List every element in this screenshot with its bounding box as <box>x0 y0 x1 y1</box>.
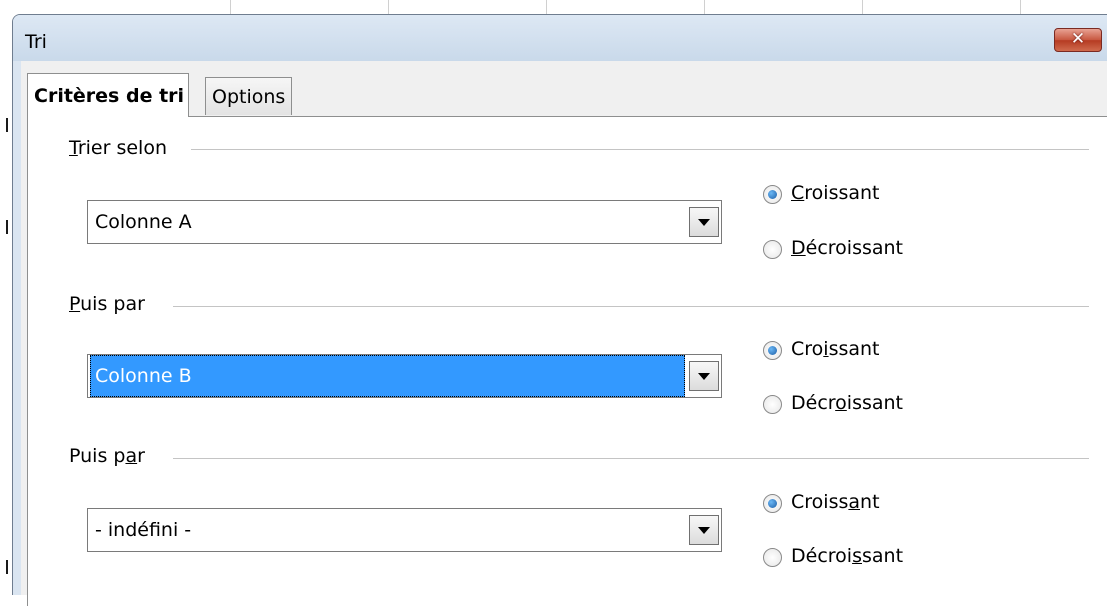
chevron-down-icon <box>698 373 710 380</box>
group-label-then-by-2: Puis par <box>69 445 151 467</box>
radio-label: Décroissant <box>791 392 904 414</box>
radio-label: Croissant <box>791 182 880 204</box>
tab-sort-criteria[interactable]: Critères de tri <box>27 73 190 117</box>
radio-button[interactable] <box>763 494 782 513</box>
radio-dot <box>768 499 777 508</box>
radio-button[interactable] <box>763 185 782 204</box>
radio-label: Croissant <box>791 338 880 360</box>
dropdown-button[interactable] <box>689 207 719 237</box>
dropdown-button[interactable] <box>689 515 719 545</box>
radio-button[interactable] <box>763 341 782 360</box>
radio-label: Croissant <box>791 491 880 513</box>
sort-criteria-panel: Trier selon Colonne A Croissant Décroiss… <box>27 116 1107 606</box>
group-separator <box>191 149 1089 150</box>
combobox-value: Colonne A <box>95 211 192 233</box>
dropdown-button[interactable] <box>689 361 719 391</box>
combobox-value: - indéfini - <box>95 519 192 541</box>
radio-label: Décroissant <box>791 237 904 259</box>
radio-button[interactable] <box>763 240 782 259</box>
dialog-title: Tri <box>25 31 47 53</box>
chevron-down-icon <box>698 527 710 534</box>
radio-dot <box>768 346 777 355</box>
background-edge-mark <box>6 118 8 132</box>
sort-key-2-combobox[interactable]: Colonne B <box>87 354 722 398</box>
title-bar: Tri ✕ <box>13 15 1107 61</box>
radio-dot <box>768 190 777 199</box>
combobox-value: Colonne B <box>90 355 685 397</box>
tab-options[interactable]: Options <box>205 77 293 115</box>
sort-key-1-combobox[interactable]: Colonne A <box>87 200 722 244</box>
dialog-content: Critères de tri Options Trier selon Colo… <box>21 61 1107 606</box>
radio-label: Décroissant <box>791 545 904 567</box>
chevron-down-icon <box>698 219 710 226</box>
group-label-then-by-1: Puis par <box>69 293 151 315</box>
group-separator <box>173 458 1089 459</box>
close-icon: ✕ <box>1070 29 1086 49</box>
background-edge-mark <box>6 560 8 574</box>
sort-key-3-combobox[interactable]: - indéfini - <box>87 508 722 552</box>
tab-label: Options <box>212 86 286 108</box>
close-button[interactable]: ✕ <box>1054 28 1102 52</box>
radio-button[interactable] <box>763 548 782 567</box>
sort-dialog: Tri ✕ Critères de tri Options Trier selo… <box>12 14 1107 606</box>
tab-label: Critères de tri <box>34 85 185 107</box>
group-separator <box>173 306 1089 307</box>
group-label-sort-by: Trier selon <box>69 137 173 159</box>
background-edge-mark <box>6 220 8 234</box>
radio-button[interactable] <box>763 395 782 414</box>
